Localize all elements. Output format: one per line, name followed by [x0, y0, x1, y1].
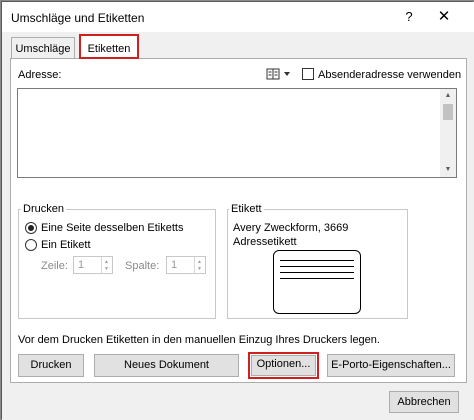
window-title: Umschläge und Etiketten	[11, 11, 145, 25]
row-spinner[interactable]: 1 ▲ ▼	[73, 256, 113, 274]
scroll-up-icon[interactable]: ▲	[440, 89, 456, 103]
sender-address-label: Absenderadresse verwenden	[318, 69, 462, 81]
row-label: Zeile:	[41, 260, 68, 272]
print-group-title: Drucken	[21, 203, 66, 215]
options-button-label: Optionen...	[256, 358, 311, 370]
close-button[interactable]: ✕	[434, 7, 454, 27]
radio-full-page-label: Eine Seite desselben Etiketts	[41, 222, 184, 234]
tab-envelopes[interactable]: Umschläge	[11, 37, 75, 59]
column-spinner-arrows[interactable]: ▲ ▼	[194, 257, 205, 273]
help-button[interactable]: ?	[400, 8, 418, 26]
radio-full-page[interactable]	[25, 222, 37, 234]
label-vendor: Avery Zweckform, 3669	[233, 222, 349, 234]
scroll-down-icon[interactable]: ▼	[440, 163, 456, 177]
radio-single-label-text: Ein Etikett	[41, 239, 91, 251]
column-label: Spalte:	[125, 260, 160, 272]
column-spinner[interactable]: 1 ▲ ▼	[166, 256, 206, 274]
tab-labels-label: Etiketten	[87, 43, 131, 55]
sender-address-checkbox[interactable]	[302, 68, 314, 80]
row-value: 1	[78, 259, 85, 271]
address-book-icon[interactable]	[266, 68, 292, 80]
tab-envelopes-label: Umschläge	[15, 43, 71, 55]
row-spinner-arrows[interactable]: ▲ ▼	[101, 257, 112, 273]
cancel-button[interactable]: Abbrechen	[389, 391, 459, 413]
printer-note: Vor dem Drucken Etiketten in den manuell…	[18, 334, 380, 346]
new-document-button[interactable]: Neues Dokument	[94, 354, 239, 377]
column-value: 1	[171, 259, 178, 271]
options-button[interactable]: Optionen...	[248, 352, 319, 379]
eporto-properties-button[interactable]: E-Porto-Eigenschaften...	[327, 354, 455, 377]
address-scrollbar[interactable]: ▲ ▼	[440, 89, 456, 177]
title-bar: Umschläge und Etiketten ? ✕	[2, 2, 474, 32]
tab-labels[interactable]: Etiketten	[79, 34, 139, 59]
address-label: Adresse:	[18, 69, 62, 81]
print-button[interactable]: Drucken	[18, 354, 84, 377]
radio-single-label[interactable]	[25, 239, 37, 251]
label-group-title: Etikett	[229, 203, 264, 215]
scroll-thumb[interactable]	[443, 104, 453, 120]
dialog-window: Umschläge und Etiketten ? ✕ Umschläge Et…	[0, 0, 474, 420]
address-textarea[interactable]: ▲ ▼	[17, 88, 457, 178]
label-type: Adressetikett	[233, 236, 297, 248]
label-preview-icon	[273, 250, 361, 314]
